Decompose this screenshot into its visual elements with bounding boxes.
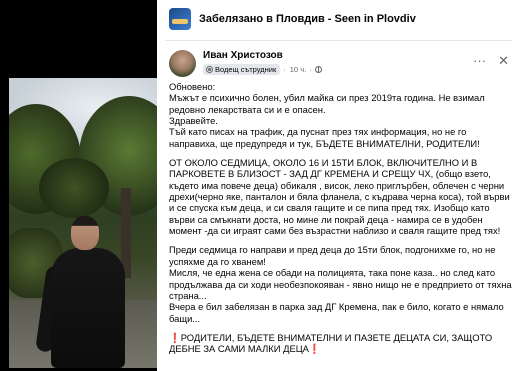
post-paragraph: ОТ ОКОЛО СЕДМИЦА, ОКОЛО 16 И 15ТИ БЛОК, … [169, 157, 510, 237]
group-avatar[interactable] [169, 8, 191, 30]
author-meta-line: Водещ сътрудник · 10 ч. · [203, 64, 322, 75]
post-paragraph: Мъжът е психично болен, убил майка си пр… [169, 92, 485, 115]
post-paragraph: Мисля, че една жена се обади на полицият… [169, 267, 512, 301]
group-header: Забелязано в Пловдив - Seen in Plovdiv [169, 8, 416, 30]
post-header-actions: ··· ✕ [473, 54, 509, 67]
more-options-icon[interactable]: ··· [473, 54, 486, 67]
group-name[interactable]: Забелязано в Пловдив - Seen in Plovdiv [199, 13, 416, 25]
post-paragraph: Обновено: [169, 81, 216, 92]
post-photo[interactable] [9, 78, 157, 368]
exclamation-icon: ❗ [169, 331, 181, 343]
post-paragraph: Здравейте. [169, 115, 218, 127]
author-header: Иван Христозов Водещ сътрудник · 10 ч. ·… [169, 50, 509, 78]
post-panel: Забелязано в Пловдив - Seen in Plovdiv И… [157, 0, 520, 371]
author-meta: Иван Христозов Водещ сътрудник · 10 ч. · [203, 50, 322, 75]
badge-icon [206, 66, 213, 73]
close-icon[interactable]: ✕ [498, 54, 509, 67]
author-avatar[interactable] [169, 50, 196, 77]
warning-text: РОДИТЕЛИ, БЪДЕТЕ ВНИМАТЕЛНИ И ПАЗЕТЕ ДЕЦ… [169, 331, 493, 355]
photo-person [35, 196, 129, 368]
header-divider [165, 40, 512, 41]
photo-person-body [51, 248, 125, 368]
badge-label: Водещ сътрудник [215, 65, 277, 74]
warning-paragraph: ❗РОДИТЕЛИ, БЪДЕТЕ ВНИМАТЕЛНИ И ПАЗЕТЕ ДЕ… [169, 332, 512, 355]
exclamation-icon: ❗ [308, 343, 321, 355]
post-paragraph: Тъй като писах на трафик, да пуснат през… [169, 126, 480, 149]
author-name[interactable]: Иван Христозов [203, 50, 322, 62]
post-timestamp[interactable]: 10 ч. [290, 65, 306, 74]
post-paragraph: Вчера е бил забелязан в парка зад ДГ Кре… [169, 301, 504, 324]
globe-icon [314, 66, 322, 73]
media-panel [0, 0, 157, 371]
photo-person-head [71, 216, 99, 250]
meta-separator: · [283, 65, 286, 74]
post-text: Обновено: Мъжът е психично болен, убил м… [169, 81, 512, 355]
post-paragraph: Преди седмица го направи и пред деца до … [169, 244, 496, 267]
contributor-badge[interactable]: Водещ сътрудник [203, 64, 281, 75]
meta-separator: · [309, 65, 312, 74]
